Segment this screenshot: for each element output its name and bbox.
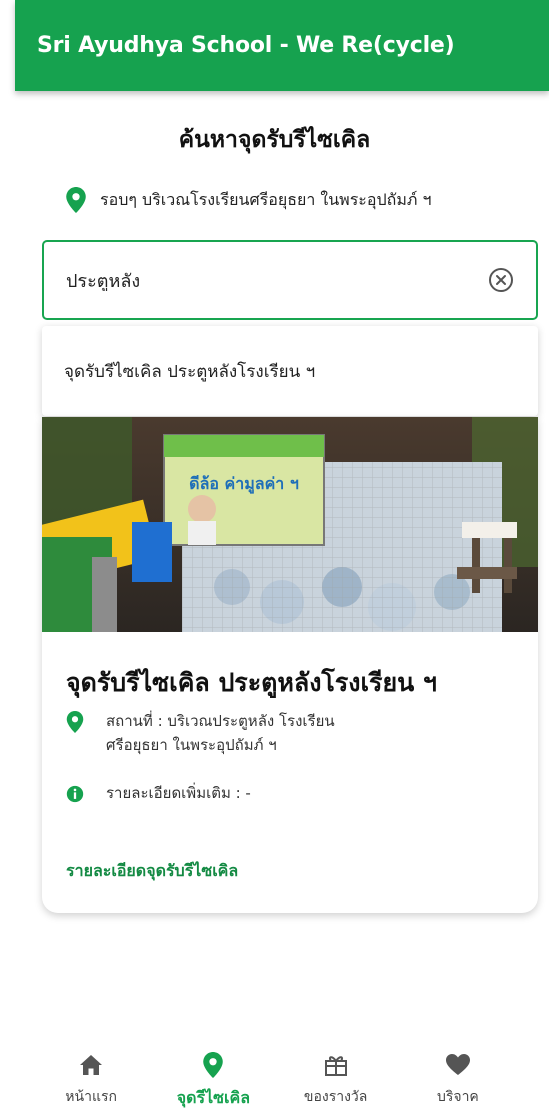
card-info-row: รายละเอียดเพิ่มเติม : - bbox=[66, 781, 426, 805]
photo-banner-text: ดีล้อ ค่ามูลค่า ฯ bbox=[189, 474, 299, 495]
nav-item-rewards[interactable]: ของรางวัล bbox=[281, 1052, 391, 1116]
card-location-row: สถานที่ : บริเวณประตูหลัง โรงเรียน ศรีอย… bbox=[66, 709, 426, 757]
search-input[interactable] bbox=[66, 269, 488, 291]
card-location-text: สถานที่ : บริเวณประตูหลัง โรงเรียน ศรีอย… bbox=[106, 709, 426, 757]
recycle-point-details-link[interactable]: รายละเอียดจุดรับรีไซเคิล bbox=[66, 859, 238, 884]
card-location-line1: สถานที่ : บริเวณประตูหลัง โรงเรียน bbox=[106, 712, 335, 730]
location-text: รอบๆ บริเวณโรงเรียนศรีอยุธยา ในพระอุปถัม… bbox=[100, 189, 432, 209]
heart-icon bbox=[445, 1054, 470, 1075]
nav-label-home: หน้าแรก bbox=[65, 1089, 117, 1105]
recycle-point-photo: ดีล้อ ค่ามูลค่า ฯ bbox=[42, 417, 538, 632]
search-box bbox=[42, 240, 538, 320]
gift-icon bbox=[324, 1056, 347, 1076]
card-location-line2: ศรีอยุธยา ในพระอุปถัมภ์ ฯ bbox=[106, 736, 277, 754]
nav-item-home[interactable]: หน้าแรก bbox=[36, 1052, 146, 1116]
location-pin-icon bbox=[66, 711, 84, 733]
nav-item-recycle-points[interactable]: จุดรีไซเคิล bbox=[158, 1052, 268, 1116]
card-title: จุดรับรีไซเคิล ประตูหลังโรงเรียน ฯ bbox=[66, 668, 437, 697]
nav-label-donate: บริจาค bbox=[436, 1089, 479, 1105]
location-pin-icon bbox=[203, 1052, 224, 1078]
page-title: ค้นหาจุดรับรีไซเคิล bbox=[178, 127, 371, 153]
nav-item-donate[interactable]: บริจาค bbox=[403, 1052, 513, 1116]
bottom-nav: หน้าแรก จุดรีไซเคิล ของรางวัล บริจาค bbox=[0, 1040, 549, 1116]
clear-icon[interactable] bbox=[488, 267, 514, 293]
suggestion-label: จุดรับรีไซเคิล ประตูหลังโรงเรียน ฯ bbox=[64, 361, 316, 382]
info-icon bbox=[66, 785, 84, 803]
location-row: รอบๆ บริเวณโรงเรียนศรีอยุธยา ในพระอุปถัม… bbox=[66, 186, 432, 214]
home-icon bbox=[80, 1055, 103, 1075]
nav-label-rewards: ของรางวัล bbox=[303, 1089, 368, 1105]
nav-label-recycle-points: จุดรีไซเคิล bbox=[176, 1088, 250, 1107]
location-pin-icon bbox=[66, 187, 86, 213]
recycle-point-card: ดีล้อ ค่ามูลค่า ฯ จุดรับรีไซเคิล ประตูหล… bbox=[42, 417, 538, 913]
app-bar: Sri Ayudhya School - We Re(cycle) bbox=[15, 0, 549, 91]
app-title: Sri Ayudhya School - We Re(cycle) bbox=[37, 33, 455, 58]
suggestion-item[interactable]: จุดรับรีไซเคิล ประตูหลังโรงเรียน ฯ bbox=[42, 326, 538, 416]
card-info-text: รายละเอียดเพิ่มเติม : - bbox=[106, 784, 251, 802]
